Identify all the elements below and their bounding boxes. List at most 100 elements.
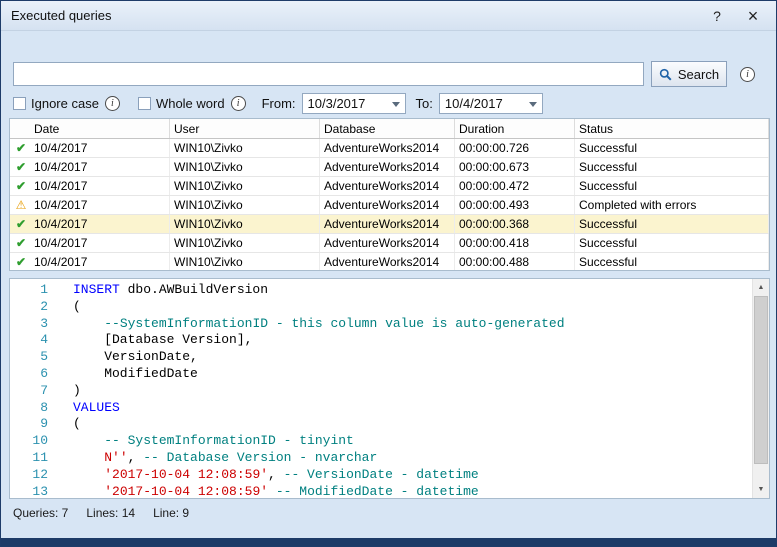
cell-database: AdventureWorks2014 <box>320 215 455 233</box>
code-segment-comment: -- VersionDate - datetime <box>283 466 479 482</box>
line-number: 9 <box>40 416 48 432</box>
column-header-database[interactable]: Database <box>320 119 455 138</box>
cell-user: WIN10\Zivko <box>170 139 320 157</box>
code-segment-comment: --SystemInformationID - this column valu… <box>104 315 565 331</box>
title-bar: Executed queries ? × <box>1 1 776 31</box>
warning-icon: ⚠ <box>15 198 27 212</box>
ignore-case-info-icon[interactable]: i <box>104 95 120 111</box>
editor-code[interactable]: INSERT dbo.AWBuildVersion( --SystemInfor… <box>54 279 752 498</box>
search-info-icon[interactable]: i <box>740 67 755 82</box>
cell-status: Successful <box>575 158 769 176</box>
whole-word-info-icon[interactable]: i <box>230 95 246 111</box>
ignore-case-label[interactable]: Ignore case <box>31 96 99 111</box>
query-table: Date User Database Duration Status ✔ 10/4… <box>9 118 770 271</box>
code-segment-plain: ( <box>73 298 81 314</box>
column-header-user[interactable]: User <box>170 119 320 138</box>
status-queries: Queries: 7 <box>13 506 69 520</box>
cell-duration: 00:00:00.418 <box>455 234 575 252</box>
code-segment-plain: , <box>268 466 284 482</box>
cell-date: ✔ 10/4/2017 <box>10 158 170 176</box>
from-label: From: <box>261 95 296 111</box>
column-header-date[interactable]: Date <box>10 119 170 138</box>
line-number: 5 <box>40 349 48 365</box>
search-input[interactable] <box>13 62 644 86</box>
code-segment-plain: , <box>127 449 144 465</box>
code-line: -- SystemInformationID - tinyint <box>73 433 752 450</box>
cell-date-text: 10/4/2017 <box>34 255 88 269</box>
code-line: VALUES <box>73 400 752 417</box>
cell-date-text: 10/4/2017 <box>34 236 88 250</box>
search-button[interactable]: Search <box>651 61 727 87</box>
scroll-up-icon[interactable]: ▲ <box>753 279 769 296</box>
ignore-case-checkbox[interactable] <box>13 96 26 110</box>
cell-status: Successful <box>575 177 769 195</box>
editor-vertical-scrollbar[interactable]: ▲ ▼ <box>752 279 769 498</box>
cell-duration: 00:00:00.368 <box>455 215 575 233</box>
line-number: 8 <box>40 399 48 415</box>
line-number: 4 <box>40 332 48 348</box>
close-button[interactable]: × <box>738 1 768 31</box>
scrollbar-thumb[interactable] <box>754 296 768 464</box>
cell-user: WIN10\Zivko <box>170 215 320 233</box>
line-number: 6 <box>40 365 48 381</box>
status-line: Line: 9 <box>153 506 190 520</box>
success-icon: ✔ <box>15 141 27 155</box>
code-segment-plain <box>73 484 104 498</box>
help-button[interactable]: ? <box>702 1 732 31</box>
cell-user: WIN10\Zivko <box>170 253 320 270</box>
line-number: 7 <box>40 382 48 398</box>
to-label: To: <box>415 95 433 111</box>
scroll-down-icon[interactable]: ▼ <box>753 481 769 498</box>
cell-database: AdventureWorks2014 <box>320 196 455 214</box>
cell-status: Successful <box>575 253 769 270</box>
table-row[interactable]: ✔ 10/4/2017 WIN10\Zivko AdventureWorks2014 0… <box>10 253 769 270</box>
from-date-dropdown[interactable]: 10/3/2017 <box>301 92 406 114</box>
to-date-dropdown[interactable]: 10/4/2017 <box>438 92 543 114</box>
code-segment-plain: ) <box>73 382 81 398</box>
success-icon: ✔ <box>15 160 27 174</box>
cell-duration: 00:00:00.493 <box>455 196 575 214</box>
cell-status: Completed with errors <box>575 196 769 214</box>
code-segment-plain: ModifiedDate <box>73 365 198 381</box>
cell-database: AdventureWorks2014 <box>320 177 455 195</box>
code-line: ) <box>73 383 752 400</box>
code-line: VersionDate, <box>73 349 752 366</box>
success-icon: ✔ <box>15 255 27 269</box>
sql-editor[interactable]: 1 2 3 4 5 6 7 8 9 10 11 12 13 INSERT dbo.AWBuildVers… <box>9 278 770 499</box>
code-line: ( <box>73 299 752 316</box>
status-lines: Lines: 14 <box>86 506 136 520</box>
line-number: 10 <box>32 433 48 449</box>
code-line: N'', -- Database Version - nvarchar <box>73 450 752 467</box>
cell-database: AdventureWorks2014 <box>320 253 455 270</box>
cell-date-text: 10/4/2017 <box>34 141 88 155</box>
table-row[interactable]: ⚠ 10/4/2017 WIN10\Zivko AdventureWorks2014 0… <box>10 196 769 215</box>
code-line: '2017-10-04 12:08:59', -- VersionDate - … <box>73 467 752 484</box>
table-row[interactable]: ✔ 10/4/2017 WIN10\Zivko AdventureWorks2014 0… <box>10 215 769 234</box>
code-line: [Database Version], <box>73 332 752 349</box>
whole-word-label[interactable]: Whole word <box>156 96 225 111</box>
cell-date: ⚠ 10/4/2017 <box>10 196 170 214</box>
cell-date: ✔ 10/4/2017 <box>10 215 170 233</box>
code-segment-plain <box>73 467 104 482</box>
cell-status: Successful <box>575 215 769 233</box>
query-table-body: ✔ 10/4/2017 WIN10\Zivko AdventureWorks2014 0… <box>10 139 769 270</box>
code-segment-plain <box>73 433 104 448</box>
from-date-value: 10/3/2017 <box>307 95 366 111</box>
column-header-duration[interactable]: Duration <box>455 119 575 138</box>
code-segment-comment: -- ModifiedDate - datetime <box>275 483 479 498</box>
code-segment-keyword: INSERT <box>73 282 120 297</box>
code-segment-plain <box>73 316 104 331</box>
column-header-status[interactable]: Status <box>575 119 769 138</box>
code-segment-comment: -- SystemInformationID - tinyint <box>104 433 354 449</box>
line-number: 13 <box>32 483 48 498</box>
table-row[interactable]: ✔ 10/4/2017 WIN10\Zivko AdventureWorks2014 0… <box>10 234 769 253</box>
cell-date: ✔ 10/4/2017 <box>10 253 170 270</box>
cell-date-text: 10/4/2017 <box>34 179 88 193</box>
whole-word-checkbox[interactable] <box>137 96 151 110</box>
table-row[interactable]: ✔ 10/4/2017 WIN10\Zivko AdventureWorks2014 0… <box>10 139 769 158</box>
table-row[interactable]: ✔ 10/4/2017 WIN10\Zivko AdventureWorks2014 0… <box>10 177 769 196</box>
line-number: 3 <box>40 315 48 331</box>
bottom-border-band <box>1 538 776 546</box>
table-row[interactable]: ✔ 10/4/2017 WIN10\Zivko AdventureWorks2014 0… <box>10 158 769 177</box>
code-line: '2017-10-04 12:08:59' -- ModifiedDate - … <box>73 484 752 498</box>
